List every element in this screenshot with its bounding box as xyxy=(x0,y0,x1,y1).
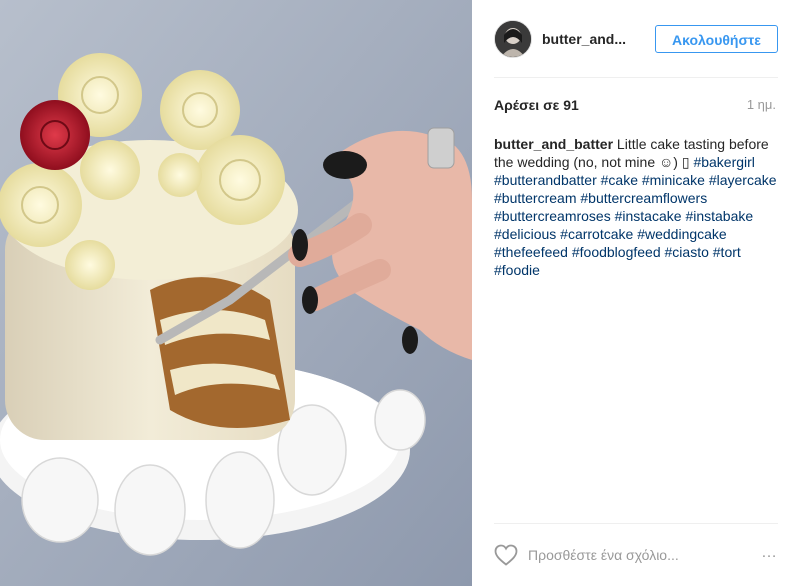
heart-outline-icon[interactable] xyxy=(494,544,518,566)
instagram-post: butter_and... Ακολουθήστε Αρέσει σε 91 1… xyxy=(0,0,800,586)
hashtag-link[interactable]: #ciasto xyxy=(665,244,709,260)
hashtag-link[interactable]: #foodie xyxy=(494,262,540,278)
hashtag-link[interactable]: #instacake xyxy=(615,208,682,224)
hashtag-link[interactable]: #delicious xyxy=(494,226,556,242)
hashtag-link[interactable]: #tort xyxy=(713,244,741,260)
post-details-panel: butter_and... Ακολουθήστε Αρέσει σε 91 1… xyxy=(472,0,800,586)
ellipsis-icon[interactable]: … xyxy=(761,544,778,562)
hashtag-link[interactable]: #layercake xyxy=(709,172,777,188)
comment-bar: Προσθέστε ένα σχόλιο... … xyxy=(494,540,778,570)
username-link[interactable]: butter_and... xyxy=(542,31,626,47)
hashtag-link[interactable]: #carrotcake xyxy=(560,226,633,242)
follow-button[interactable]: Ακολουθήστε xyxy=(655,25,778,53)
likes-row: Αρέσει σε 91 1 ημ. xyxy=(494,97,778,117)
post-time[interactable]: 1 ημ. xyxy=(747,97,776,112)
avatar[interactable] xyxy=(494,20,532,58)
hashtag-link[interactable]: #minicake xyxy=(642,172,705,188)
hashtag-link[interactable]: #cake xyxy=(601,172,638,188)
likes-count[interactable]: Αρέσει σε 91 xyxy=(494,97,579,113)
header-divider xyxy=(494,77,778,78)
hashtag-link[interactable]: #buttercreamroses xyxy=(494,208,611,224)
hashtag-link[interactable]: #buttercream xyxy=(494,190,576,206)
hashtag-link[interactable]: #buttercreamflowers xyxy=(580,190,707,206)
caption-username[interactable]: butter_and_batter xyxy=(494,136,613,152)
hashtag-link[interactable]: #instabake xyxy=(685,208,753,224)
post-header: butter_and... Ακολουθήστε xyxy=(494,20,800,60)
post-caption: butter_and_batter Little cake tasting be… xyxy=(494,135,778,279)
hashtag-link[interactable]: #thefeefeed xyxy=(494,244,568,260)
hashtag-link[interactable]: #weddingcake xyxy=(637,226,727,242)
comment-divider xyxy=(494,523,778,524)
cake-photo-illustration xyxy=(0,0,472,586)
post-photo[interactable] xyxy=(0,0,472,586)
comment-input[interactable]: Προσθέστε ένα σχόλιο... xyxy=(528,547,679,563)
hashtag-link[interactable]: #foodblogfeed xyxy=(572,244,661,260)
hashtag-link[interactable]: #bakergirl xyxy=(693,154,754,170)
hashtag-link[interactable]: #butterandbatter xyxy=(494,172,597,188)
hashtag-list: #bakergirl #butterandbatter #cake #minic… xyxy=(494,154,777,278)
avatar-image xyxy=(495,21,531,57)
